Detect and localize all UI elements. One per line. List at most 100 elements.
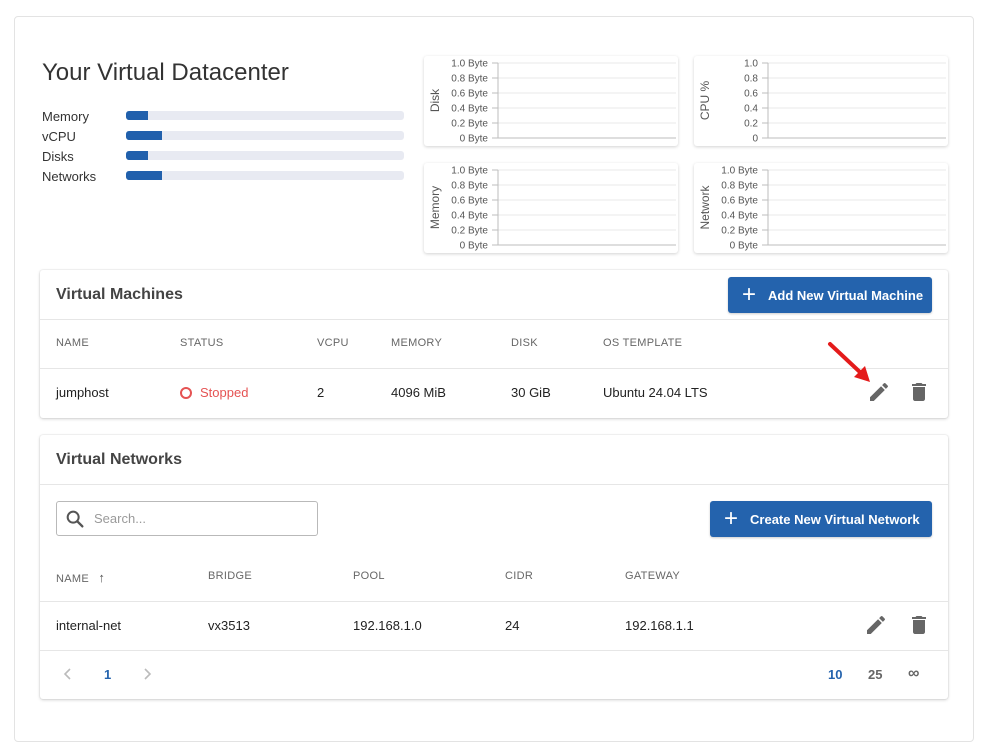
delete-trash-icon[interactable] [907,613,931,637]
column-header-disk[interactable]: DISK [511,337,538,349]
chart-tick-label: 1.0 [744,59,758,70]
virtual-networks-card: Virtual Networks + Create New Virtual Ne… [40,435,948,699]
page-title: Your Virtual Datacenter [42,59,289,86]
cpu-chart-svg: CPU % 1.0 0.8 0.6 0.4 0.2 0 [698,59,946,145]
stopped-status-icon [180,386,192,399]
network-name: internal-net [56,618,122,633]
resource-label-disks: Disks [42,149,74,164]
sort-ascending-icon: ↑ [98,570,106,585]
column-header-status[interactable]: STATUS [180,337,224,349]
virtual-machines-title: Virtual Machines [56,286,183,303]
divider [40,650,948,651]
status-badge: Stopped [180,385,248,400]
resource-bar-memory [126,111,404,120]
chart-tick-label: 0.8 [744,74,758,85]
search-icon [66,510,84,528]
chart-tick-label: 0.2 Byte [451,226,488,237]
resource-label-vcpu: vCPU [42,129,76,144]
plus-icon: + [742,281,757,308]
column-header-gateway[interactable]: GATEWAY [625,570,680,582]
resource-bar-networks [126,171,404,180]
chart-tick-label: 1.0 Byte [451,59,488,70]
column-header-name[interactable]: NAME ↑ [56,570,105,585]
memory-chart-svg: Memory 1.0 Byte 0.8 Byte 0.6 Byte 0.4 Byte 0.… [428,166,676,252]
chart-tick-label: 0.2 Byte [721,226,758,237]
chart-tick-label: 0.8 Byte [451,74,488,85]
disk-chart: Disk 1.0 Byte 0.8 Byte 0.6 Byte 0.4 Byte 0.2 … [424,56,678,146]
chart-y-axis-label: Memory [428,186,442,229]
column-header-vcpu[interactable]: VCPU [317,337,349,349]
page-size-all[interactable]: ∞ [908,665,919,683]
chart-tick-label: 0.4 Byte [721,211,758,222]
divider [40,319,948,320]
disk-chart-svg: Disk 1.0 Byte 0.8 Byte 0.6 Byte 0.4 Byte 0.2 … [428,59,676,145]
edit-pencil-icon[interactable] [864,613,888,637]
network-chart: Network 1.0 Byte 0.8 Byte 0.6 Byte 0.4 Byte 0… [694,163,948,253]
vm-vcpu: 2 [317,385,325,400]
resource-bar-vcpu [126,131,404,140]
resource-bar-fill [126,111,149,120]
add-virtual-machine-button[interactable]: + Add New Virtual Machine [728,277,932,313]
search-field[interactable] [56,501,318,536]
create-virtual-network-label: Create New Virtual Network [750,511,920,527]
divider [40,601,948,602]
chart-tick-label: 0.4 Byte [451,104,488,115]
resource-bar-fill [126,151,149,160]
virtual-machines-card: Virtual Machines + Add New Virtual Machi… [40,270,948,418]
resource-bar-fill [126,171,163,180]
chart-tick-label: 0.4 [744,104,758,115]
network-pool: 192.168.1.0 [353,618,422,633]
page-size-25[interactable]: 25 [868,667,882,682]
chart-tick-label: 0 Byte [460,134,489,145]
chart-tick-label: 0.8 Byte [721,181,758,192]
column-header-bridge[interactable]: BRIDGE [208,570,252,582]
resource-label-networks: Networks [42,169,97,184]
resource-bar-disks [126,151,404,160]
chart-tick-label: 0 Byte [730,241,759,252]
network-gateway: 192.168.1.1 [625,618,694,633]
network-chart-svg: Network 1.0 Byte 0.8 Byte 0.6 Byte 0.4 Byte 0… [698,166,946,252]
vm-os-template: Ubuntu 24.04 LTS [603,385,708,400]
chart-tick-label: 0.6 Byte [451,89,488,100]
network-bridge: vx3513 [208,618,250,633]
divider [40,484,948,485]
chart-y-axis-label: CPU % [698,81,712,121]
vm-memory: 4096 MiB [391,385,446,400]
chart-y-axis-label: Network [698,184,712,229]
chevron-left-icon[interactable] [60,666,76,682]
page-size-10[interactable]: 10 [828,667,842,682]
annotation-arrow-icon [828,342,870,382]
chevron-right-icon[interactable] [139,666,155,682]
virtual-networks-title: Virtual Networks [56,451,182,468]
chart-tick-label: 0.6 Byte [451,196,488,207]
resource-bar-fill [126,131,163,140]
chart-tick-label: 0.2 Byte [451,119,488,130]
chart-tick-label: 0 [752,134,758,145]
column-header-cidr[interactable]: CIDR [505,570,533,582]
delete-trash-icon[interactable] [907,380,931,404]
vm-disk: 30 GiB [511,385,551,400]
column-header-os-template[interactable]: OS TEMPLATE [603,337,682,349]
current-page-number[interactable]: 1 [104,667,111,682]
column-header-name[interactable]: NAME [56,337,89,349]
create-virtual-network-button[interactable]: + Create New Virtual Network [710,501,932,537]
status-text: Stopped [200,385,249,400]
chart-tick-label: 0.8 Byte [451,181,488,192]
chart-tick-label: 1.0 Byte [451,166,488,177]
resource-label-memory: Memory [42,109,89,124]
column-header-memory[interactable]: MEMORY [391,337,442,349]
chart-tick-label: 0.4 Byte [451,211,488,222]
chart-tick-label: 0 Byte [460,241,489,252]
cpu-chart: CPU % 1.0 0.8 0.6 0.4 0.2 0 [694,56,948,146]
column-header-name-label: NAME [56,573,89,585]
chart-tick-label: 0.6 [744,89,758,100]
network-cidr: 24 [505,618,520,633]
search-input[interactable] [94,511,294,526]
chart-tick-label: 0.6 Byte [721,196,758,207]
chart-y-axis-label: Disk [428,88,442,112]
chart-tick-label: 1.0 Byte [721,166,758,177]
divider [40,368,948,369]
add-virtual-machine-label: Add New Virtual Machine [768,287,924,303]
column-header-pool[interactable]: POOL [353,570,385,582]
chart-tick-label: 0.2 [744,119,758,130]
